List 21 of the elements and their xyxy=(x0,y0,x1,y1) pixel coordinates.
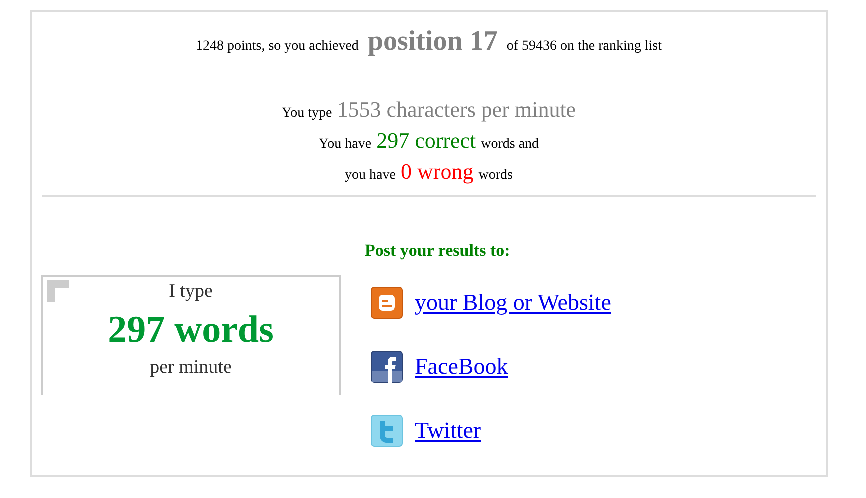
badge-caption: I type xyxy=(169,281,213,303)
share-link[interactable]: Twitter xyxy=(415,418,482,444)
badge-caption: per minute xyxy=(150,357,232,379)
words-count: 297 words xyxy=(107,308,275,353)
stat-label: words and xyxy=(481,136,540,154)
share-heading: Post your results to: xyxy=(365,241,512,261)
stat-value: 297 correct xyxy=(376,127,476,154)
ranking-text: of 59436 on the ranking list xyxy=(506,39,662,55)
stat-label: words xyxy=(478,167,513,185)
facebook-icon[interactable] xyxy=(371,350,403,382)
stat-value: 0 wrong xyxy=(400,158,474,185)
stat-label: You have xyxy=(318,136,372,154)
position-text: position 17 xyxy=(368,26,498,58)
bird-letter-icon[interactable] xyxy=(371,414,403,446)
stat-value: 1553 characters per minute xyxy=(337,96,576,123)
stat-label: you have xyxy=(345,167,396,185)
points-text: 1248 points, so you achieved xyxy=(196,39,359,55)
share-link[interactable]: your Blog or Website xyxy=(415,290,612,316)
blog-icon[interactable] xyxy=(371,286,403,318)
share-link[interactable]: FaceBook xyxy=(415,354,508,380)
stat-label: You type xyxy=(282,105,332,123)
